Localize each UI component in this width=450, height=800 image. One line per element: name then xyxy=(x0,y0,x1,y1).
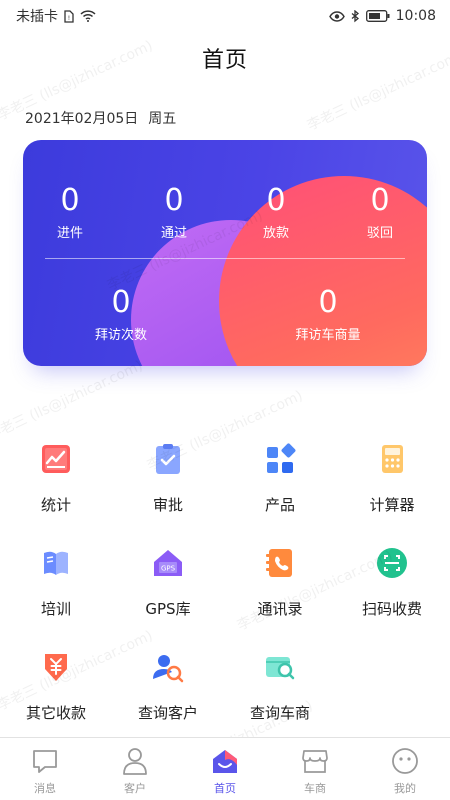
tab-mine[interactable]: 我的 xyxy=(360,738,450,800)
approval-icon xyxy=(151,442,185,476)
scan-icon xyxy=(375,546,409,580)
svg-text:!: ! xyxy=(68,15,70,22)
message-icon xyxy=(30,746,60,776)
smiley-icon xyxy=(390,746,420,776)
clock-text: 10:08 xyxy=(395,8,436,24)
menu-item-label: 统计 xyxy=(40,496,71,514)
stat-rejected[interactable]: 0 驳回 xyxy=(355,183,405,242)
tab-home[interactable]: 首页 xyxy=(180,738,270,800)
home-icon xyxy=(210,746,240,776)
menu-item-search-customer[interactable]: 查询客户 xyxy=(112,650,224,723)
user-icon xyxy=(120,746,150,776)
status-bar: 未插卡 ! 10:08 xyxy=(0,0,450,32)
sim-icon: ! xyxy=(64,9,74,23)
tab-dealers[interactable]: 车商 xyxy=(270,738,360,800)
menu-item-scan-pay[interactable]: 扫码收费 xyxy=(336,546,448,619)
search-dealer-icon xyxy=(263,650,297,684)
menu-item-approval[interactable]: 审批 xyxy=(112,442,224,515)
status-left: 未插卡 ! xyxy=(16,6,96,26)
contacts-icon xyxy=(263,546,297,580)
stat-label: 拜访次数 xyxy=(94,328,147,343)
chart-icon xyxy=(39,442,73,476)
carrier-text: 未插卡 xyxy=(16,9,58,25)
tab-customers[interactable]: 客户 xyxy=(90,738,180,800)
search-customer-icon xyxy=(151,650,185,684)
menu-item-label: 计算器 xyxy=(369,496,415,514)
menu-item-label: 查询客户 xyxy=(137,704,198,722)
menu-item-statistics[interactable]: 统计 xyxy=(0,442,112,515)
calculator-icon xyxy=(375,442,409,476)
battery-icon xyxy=(365,10,390,22)
menu-item-other-payment[interactable]: 其它收款 xyxy=(0,650,112,723)
product-icon xyxy=(263,442,297,476)
menu-item-search-dealer[interactable]: 查询车商 xyxy=(224,650,336,723)
tab-label: 我的 xyxy=(394,782,416,795)
stat-label: 通过 xyxy=(160,226,187,241)
date-text: 2021年02月05日 xyxy=(25,111,139,127)
date-row: 2021年02月05日 周五 xyxy=(25,108,176,128)
stat-label: 驳回 xyxy=(366,226,393,241)
menu-item-training[interactable]: 培训 xyxy=(0,546,112,619)
menu-item-label: 产品 xyxy=(264,496,295,514)
tab-messages[interactable]: 消息 xyxy=(0,738,90,800)
menu-item-label: 通讯录 xyxy=(257,600,303,618)
card-divider xyxy=(45,258,405,259)
tab-label: 客户 xyxy=(124,782,146,795)
menu-item-calculator[interactable]: 计算器 xyxy=(336,442,448,515)
menu-item-label: 审批 xyxy=(152,496,183,514)
stat-incoming[interactable]: 0 进件 xyxy=(45,183,95,242)
stat-dealer-visits[interactable]: 0 拜访车商量 xyxy=(285,285,371,344)
menu-item-label: 查询车商 xyxy=(249,704,310,722)
stat-value: 0 xyxy=(370,183,390,218)
stat-label: 进件 xyxy=(56,226,83,241)
stat-value: 0 xyxy=(266,183,286,218)
gps-icon: GPS xyxy=(151,546,185,580)
menu-item-label: 扫码收费 xyxy=(361,600,422,618)
menu-item-contacts[interactable]: 通讯录 xyxy=(224,546,336,619)
menu-item-label: 其它收款 xyxy=(25,704,86,722)
watermark: 李老三 (lls@jizhicar.com) xyxy=(0,357,146,444)
tab-label: 首页 xyxy=(214,782,236,795)
weekday-text: 周五 xyxy=(148,111,177,127)
stats-card[interactable]: 0 进件 0 通过 0 放款 0 驳回 0 拜访次数 0 拜访车商量 xyxy=(23,140,427,366)
yuan-icon xyxy=(39,650,73,684)
stat-value: 0 xyxy=(111,285,131,320)
status-right: 10:08 xyxy=(328,8,436,24)
bottom-tab-bar: 消息 客户 首页 车商 我的 xyxy=(0,737,450,800)
stat-approved[interactable]: 0 通过 xyxy=(149,183,199,242)
stat-visit-count[interactable]: 0 拜访次数 xyxy=(85,285,157,344)
stat-value: 0 xyxy=(318,285,338,320)
menu-item-label: 培训 xyxy=(40,600,71,618)
menu-item-product[interactable]: 产品 xyxy=(224,442,336,515)
wifi-icon xyxy=(80,10,96,22)
gps-badge-text: GPS xyxy=(161,565,176,573)
stat-label: 拜访车商量 xyxy=(295,328,361,343)
eye-icon xyxy=(328,10,345,22)
store-icon xyxy=(300,746,330,776)
stat-value: 0 xyxy=(60,183,80,218)
menu-item-label: GPS库 xyxy=(145,600,191,618)
book-icon xyxy=(39,546,73,580)
stat-value: 0 xyxy=(164,183,184,218)
menu-item-gps[interactable]: GPS GPS库 xyxy=(112,546,224,619)
bluetooth-icon xyxy=(351,9,360,23)
tab-label: 消息 xyxy=(34,782,56,795)
page-title: 首页 xyxy=(201,48,248,73)
stat-label: 放款 xyxy=(262,226,289,241)
tab-label: 车商 xyxy=(304,782,326,795)
stat-loaned[interactable]: 0 放款 xyxy=(251,183,301,242)
